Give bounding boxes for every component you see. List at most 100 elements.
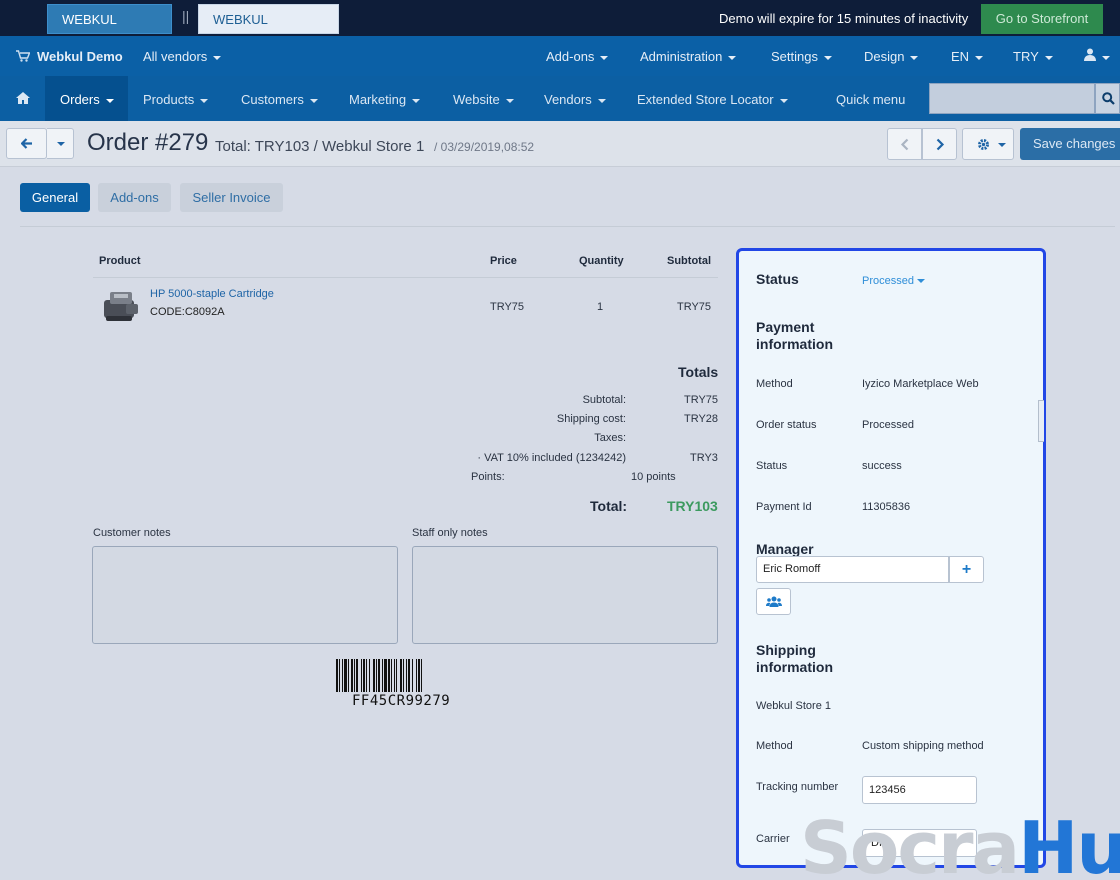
vendors-label: Vendors — [544, 92, 592, 107]
store-locator-menu[interactable]: Extended Store Locator — [637, 92, 788, 107]
tab-seller-invoice[interactable]: Seller Invoice — [180, 183, 283, 212]
order-date: / 03/29/2019,08:52 — [434, 140, 535, 154]
go-to-storefront-button[interactable]: Go to Storefront — [981, 4, 1103, 34]
topbar-separator: || — [182, 8, 190, 24]
product-subtotal: TRY75 — [677, 301, 712, 313]
column-header-subtotal: Subtotal — [667, 255, 711, 267]
add-manager-button[interactable]: + — [949, 556, 984, 583]
staff-notes-textarea[interactable] — [412, 546, 718, 644]
status-heading: Status — [756, 271, 799, 287]
carrier-label: Carrier — [756, 833, 790, 845]
prev-order-button[interactable] — [887, 128, 922, 160]
chevron-down-icon — [728, 55, 737, 60]
user-icon — [1084, 48, 1096, 64]
order-status-dropdown[interactable]: Processed — [862, 275, 925, 287]
chevron-down-icon — [975, 55, 984, 60]
all-vendors-menu[interactable]: All vendors — [143, 49, 222, 64]
chevron-down-icon — [600, 55, 609, 60]
order-info-panel: Status Processed Payment information Met… — [736, 248, 1046, 868]
vendors-menu[interactable]: Vendors — [544, 92, 606, 107]
webkul-addon-button[interactable]: WEBKUL ADDON — [47, 4, 172, 57]
store-locator-label: Extended Store Locator — [637, 92, 774, 107]
product-name-link[interactable]: HP 5000-staple Cartridge — [150, 288, 274, 300]
admin-nav: Webkul Demo All vendors Add-ons Administ… — [0, 36, 1120, 76]
store-brand[interactable]: Webkul Demo — [37, 49, 123, 64]
products-label: Products — [143, 92, 195, 107]
settings-menu[interactable]: Settings — [771, 49, 832, 64]
addons-menu[interactable]: Add-ons — [546, 49, 609, 64]
column-header-quantity: Quantity — [579, 255, 624, 267]
socrahub-watermark: SocraHub — [800, 808, 1120, 880]
payment-method-value: Iyzico Marketplace Web — [862, 378, 979, 390]
customers-label: Customers — [241, 92, 304, 107]
back-button[interactable] — [6, 128, 47, 159]
design-menu[interactable]: Design — [864, 49, 919, 64]
arrow-left-icon — [20, 138, 33, 152]
quick-menu[interactable]: Quick menu — [836, 92, 905, 107]
language-menu[interactable]: EN — [951, 49, 984, 64]
manager-field[interactable]: Eric Romoff — [756, 556, 949, 583]
shipping-cost-value: TRY28 — [684, 413, 719, 425]
totals-heading: Totals — [678, 364, 719, 380]
marketing-menu[interactable]: Marketing — [349, 92, 421, 107]
chevron-down-icon — [105, 98, 114, 103]
search-button[interactable] — [1095, 83, 1120, 114]
product-code: CODE:C8092A — [150, 306, 225, 318]
marketing-label: Marketing — [349, 92, 407, 107]
taxes-label: Taxes: — [594, 432, 626, 444]
save-changes-button[interactable]: Save changes — [1020, 128, 1120, 160]
grand-total-label: Total: — [590, 498, 628, 514]
webkul-support-button[interactable]: WEBKUL SUPPORT — [198, 4, 339, 57]
order-status-text: Processed — [862, 419, 914, 431]
website-label: Website — [453, 92, 500, 107]
points-label: Points: — [471, 471, 505, 483]
chevron-down-icon — [200, 98, 209, 103]
demo-expiry-notice: Demo will expire for 15 minutes of inact… — [719, 11, 969, 26]
product-price: TRY75 — [490, 301, 525, 313]
points-value: 10 points — [631, 471, 676, 483]
shipping-method-value: Custom shipping method — [862, 740, 984, 752]
user-menu[interactable] — [1084, 48, 1110, 64]
language-label: EN — [951, 49, 970, 64]
chevron-down-icon — [1044, 55, 1053, 60]
products-menu[interactable]: Products — [143, 92, 209, 107]
select-manager-button[interactable] — [756, 588, 791, 615]
subtotal-label: Subtotal: — [582, 394, 626, 406]
tab-general[interactable]: General — [20, 183, 90, 212]
cart-icon — [16, 50, 31, 65]
chevron-right-icon — [936, 138, 945, 154]
customers-menu[interactable]: Customers — [241, 92, 318, 107]
top-bar: WEBKUL ADDON || WEBKUL SUPPORT Demo will… — [0, 0, 1120, 57]
shipping-info-heading: Shipping information — [756, 642, 833, 675]
tracking-number-input[interactable]: 123456 — [862, 776, 977, 804]
gear-icon — [977, 138, 990, 154]
grand-total-value: TRY103 — [667, 498, 718, 514]
search-input[interactable] — [929, 83, 1095, 114]
website-menu[interactable]: Website — [453, 92, 514, 107]
back-dropdown-button[interactable] — [47, 128, 74, 159]
users-icon — [766, 596, 782, 611]
tab-addons[interactable]: Add-ons — [98, 183, 171, 212]
customer-notes-textarea[interactable] — [92, 546, 398, 644]
payment-id-value: 11305836 — [862, 501, 911, 513]
payment-status-label: Status — [756, 460, 788, 472]
orders-label: Orders — [60, 92, 100, 107]
currency-menu[interactable]: TRY — [1013, 49, 1053, 64]
chevron-down-icon — [1102, 55, 1110, 60]
administration-menu[interactable]: Administration — [640, 49, 737, 64]
subtotal-value: TRY75 — [684, 394, 719, 406]
panel-scroll-handle[interactable] — [1038, 400, 1044, 442]
home-icon — [16, 92, 30, 107]
orders-menu[interactable]: Orders — [60, 92, 114, 107]
vat-label: · VAT 10% included (1234242) — [477, 452, 626, 464]
payment-id-label: Payment Id — [756, 501, 812, 513]
chevron-down-icon — [823, 55, 832, 60]
home-button[interactable] — [0, 76, 45, 121]
staff-notes-label: Staff only notes — [412, 527, 488, 539]
customer-notes-label: Customer notes — [93, 527, 171, 539]
chevron-left-icon — [900, 138, 909, 154]
chevron-down-icon — [412, 98, 421, 103]
settings-dropdown-button[interactable] — [962, 128, 1014, 160]
product-thumbnail — [100, 286, 142, 326]
next-order-button[interactable] — [922, 128, 957, 160]
